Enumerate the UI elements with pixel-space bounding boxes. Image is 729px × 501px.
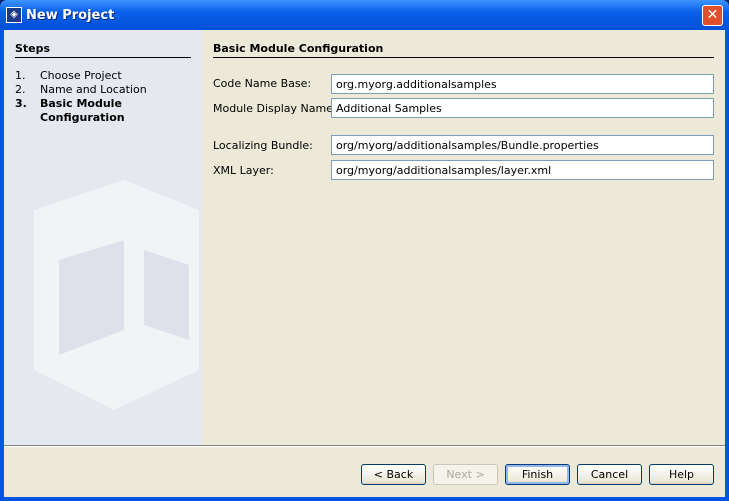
dialog-body: Steps 1. Choose Project 2. Name and Locati…: [4, 30, 725, 497]
step-number: 1.: [15, 69, 26, 82]
finish-button[interactable]: Finish: [505, 464, 570, 485]
window-title: New Project: [26, 8, 115, 23]
step-label: Name and Location: [40, 83, 147, 96]
localizing-bundle-input[interactable]: [331, 135, 714, 155]
cancel-button[interactable]: Cancel: [577, 464, 642, 485]
title-bar: ◈ New Project ✕: [0, 0, 729, 30]
panel-heading: Basic Module Configuration: [213, 42, 714, 58]
back-button[interactable]: < Back: [361, 464, 426, 485]
module-display-name-input[interactable]: [331, 98, 714, 118]
field-label: Module Display Name:: [213, 102, 337, 115]
new-project-dialog: ◈ New Project ✕ Steps 1. Choose Project 2…: [0, 0, 729, 501]
divider: [4, 445, 725, 447]
steps-heading: Steps: [15, 42, 191, 58]
help-button[interactable]: Help: [649, 464, 714, 485]
xml-layer-input[interactable]: [331, 160, 714, 180]
field-label: Code Name Base:: [213, 77, 312, 90]
steps-panel: Steps 1. Choose Project 2. Name and Locati…: [4, 30, 202, 445]
close-button[interactable]: ✕: [702, 5, 723, 26]
netbeans-cube-icon: ◈: [6, 7, 22, 23]
step-label: Basic Module Configuration: [40, 97, 125, 124]
config-panel: Basic Module Configuration Code Name Bas…: [202, 30, 725, 445]
step-number: 2.: [15, 83, 26, 96]
cube-watermark-icon: [34, 180, 199, 410]
next-button[interactable]: Next >: [433, 464, 498, 485]
field-label: XML Layer:: [213, 164, 274, 177]
field-label: Localizing Bundle:: [213, 139, 313, 152]
step-number: 3.: [15, 97, 27, 110]
code-name-base-input[interactable]: [331, 74, 714, 94]
step-label: Choose Project: [40, 69, 122, 82]
